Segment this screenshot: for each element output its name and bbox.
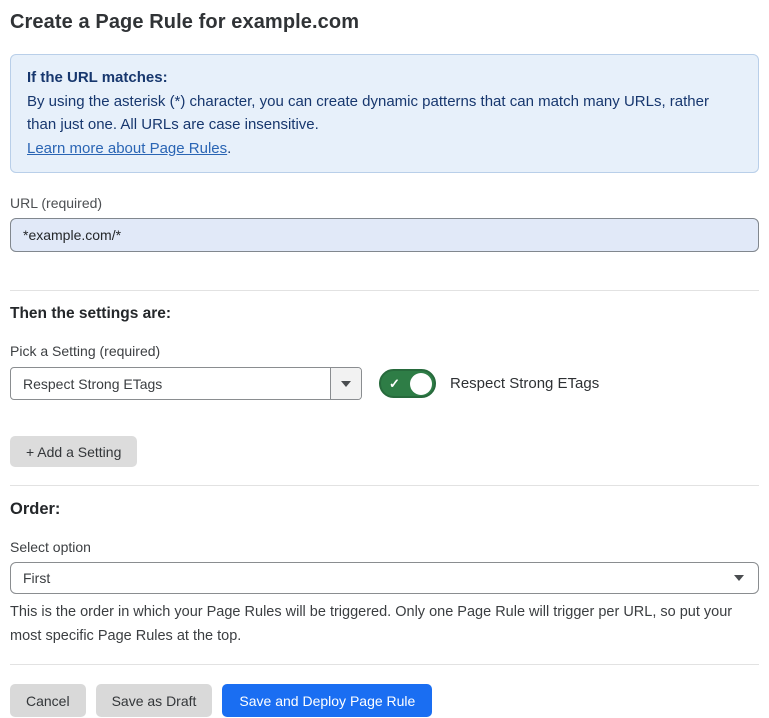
- setting-picker-label: Pick a Setting (required): [10, 343, 759, 359]
- order-help-text: This is the order in which your Page Rul…: [10, 600, 759, 648]
- settings-section-heading: Then the settings are:: [10, 305, 759, 323]
- check-icon: ✓: [389, 377, 400, 390]
- chevron-down-icon: [734, 575, 744, 581]
- chevron-down-icon[interactable]: [330, 368, 361, 399]
- respect-strong-etags-toggle[interactable]: ✓: [379, 369, 436, 398]
- add-setting-button[interactable]: + Add a Setting: [10, 436, 137, 467]
- save-draft-button[interactable]: Save as Draft: [96, 684, 213, 717]
- page-title: Create a Page Rule for example.com: [10, 11, 759, 34]
- cancel-button[interactable]: Cancel: [10, 684, 86, 717]
- toggle-knob: [410, 373, 432, 395]
- order-select-label: Select option: [10, 539, 759, 555]
- divider: [10, 485, 759, 486]
- divider: [10, 664, 759, 665]
- form-actions: Cancel Save as Draft Save and Deploy Pag…: [10, 684, 759, 717]
- info-box-body: By using the asterisk (*) character, you…: [27, 90, 742, 137]
- info-box-heading: If the URL matches:: [27, 66, 742, 90]
- caret-shape: [341, 381, 351, 387]
- info-box-link-line: Learn more about Page Rules.: [27, 140, 231, 157]
- learn-more-link[interactable]: Learn more about Page Rules: [27, 140, 227, 157]
- page-rule-form: Create a Page Rule for example.com If th…: [0, 0, 769, 717]
- order-section-heading: Order:: [10, 500, 759, 519]
- order-select-value: First: [23, 570, 50, 586]
- toggle-label: Respect Strong ETags: [450, 375, 599, 392]
- setting-select-value: Respect Strong ETags: [11, 368, 330, 399]
- order-select[interactable]: First: [10, 562, 759, 594]
- save-deploy-button[interactable]: Save and Deploy Page Rule: [222, 684, 432, 717]
- divider: [10, 290, 759, 291]
- url-match-info-box: If the URL matches: By using the asteris…: [10, 54, 759, 173]
- setting-row: Respect Strong ETags ✓ Respect Strong ET…: [10, 367, 759, 400]
- setting-select[interactable]: Respect Strong ETags: [10, 367, 362, 400]
- url-input[interactable]: [10, 218, 759, 252]
- url-field-label: URL (required): [10, 195, 759, 211]
- link-suffix: .: [227, 140, 231, 157]
